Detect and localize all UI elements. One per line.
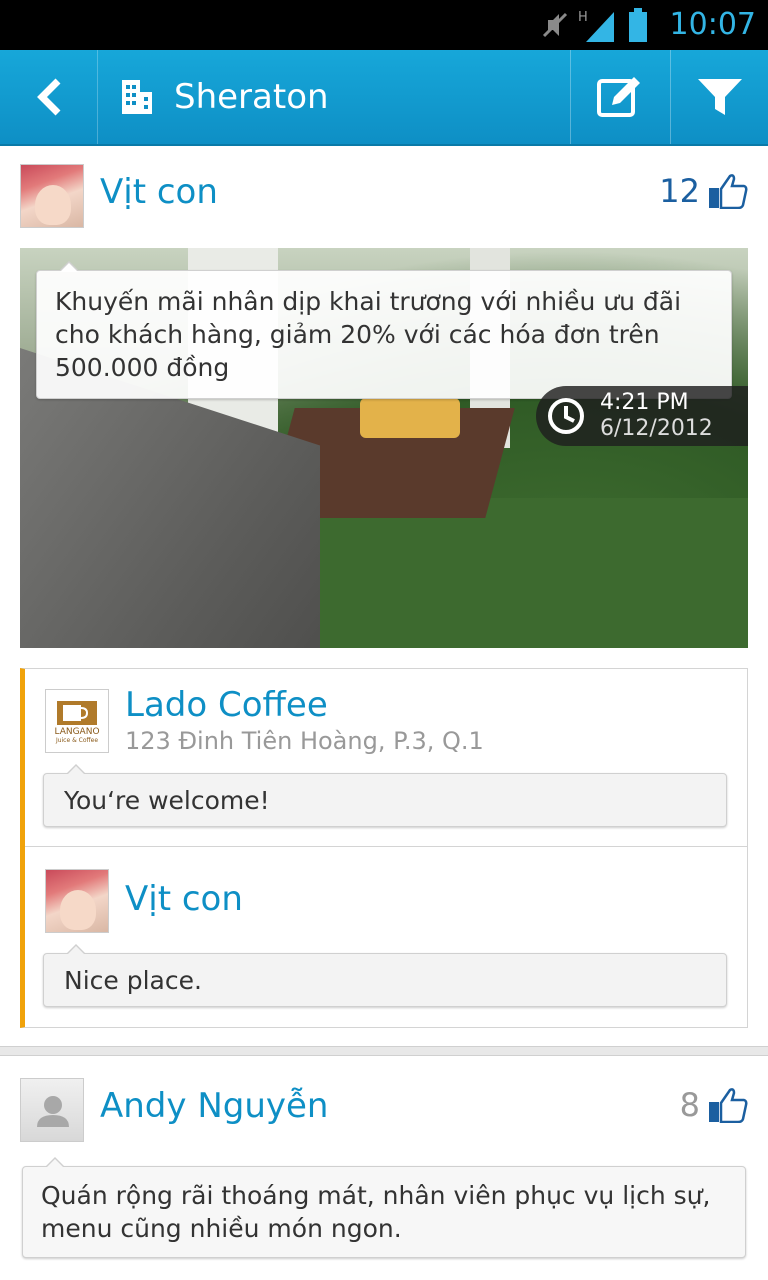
timestamp: 4:21 PM 6/12/2012 [600,390,713,442]
svg-text:H: H [578,10,588,25]
user-name[interactable]: Vịt con [100,172,218,212]
edit-button[interactable] [570,50,668,144]
post-divider [0,1046,768,1056]
user-name[interactable]: Andy Nguyễn [100,1086,328,1126]
clock-icon [548,398,584,434]
avatar[interactable] [20,164,84,228]
post-photo[interactable]: Khuyến mãi nhân dịp khai trương với nhiề… [20,248,748,648]
battery-icon [629,8,647,42]
post-header: Vịt con 12 [20,164,748,230]
commenter-name[interactable]: Vịt con [125,879,243,919]
comments-box: LANGANO Juice & Coffee Lado Coffee 123 Đ… [20,668,748,1028]
like-count: 12 [659,172,700,210]
comment-item: Vịt con Nice place. [25,849,748,1027]
avatar[interactable] [45,869,109,933]
mute-icon [542,12,568,38]
thumbs-up-icon [709,1088,748,1123]
default-user-icon [37,1096,69,1127]
commenter-name[interactable]: Lado Coffee [125,685,328,725]
comment-item: LANGANO Juice & Coffee Lado Coffee 123 Đ… [25,669,748,847]
like-counter[interactable]: 12 [659,172,748,210]
photo-cushion [360,398,460,438]
status-bar: H 10:07 [0,0,768,50]
status-icons: H [542,8,648,42]
post-header: Andy Nguyễn 8 [20,1078,748,1144]
page-title: Sheraton [174,77,329,117]
review-text: Quán rộng rãi thoáng mát, nhân viên phục… [22,1157,746,1258]
signal-icon: H [578,10,614,42]
like-counter[interactable]: 8 [680,1086,748,1124]
like-count: 8 [679,1086,700,1124]
thumbs-up-icon [709,174,748,209]
title-area: Sheraton [100,50,329,144]
coffee-cup-icon [57,700,97,725]
business-logo[interactable]: LANGANO Juice & Coffee [45,689,109,753]
building-icon [122,80,152,114]
status-time: 10:07 [669,7,756,42]
edit-icon [596,77,640,117]
back-chevron-icon [36,78,60,116]
comment-text: You‘re welcome! [43,764,727,827]
post-caption: Khuyến mãi nhân dịp khai trương với nhiề… [36,261,732,399]
time-badge: 4:21 PM 6/12/2012 [536,386,748,446]
avatar[interactable] [20,1078,84,1142]
post-time: 4:21 PM [600,390,689,415]
photo-pond [320,498,748,648]
comment-text: Nice place. [43,944,727,1007]
logo-text: LANGANO [54,726,100,737]
logo-subtext: Juice & Coffee [55,736,99,744]
back-button[interactable] [0,50,98,144]
filter-icon [697,79,742,115]
post-date: 6/12/2012 [600,416,713,441]
filter-button[interactable] [670,50,768,144]
action-bar: Sheraton [0,50,768,146]
business-address: 123 Đinh Tiên Hoàng, P.3, Q.1 [125,727,484,755]
